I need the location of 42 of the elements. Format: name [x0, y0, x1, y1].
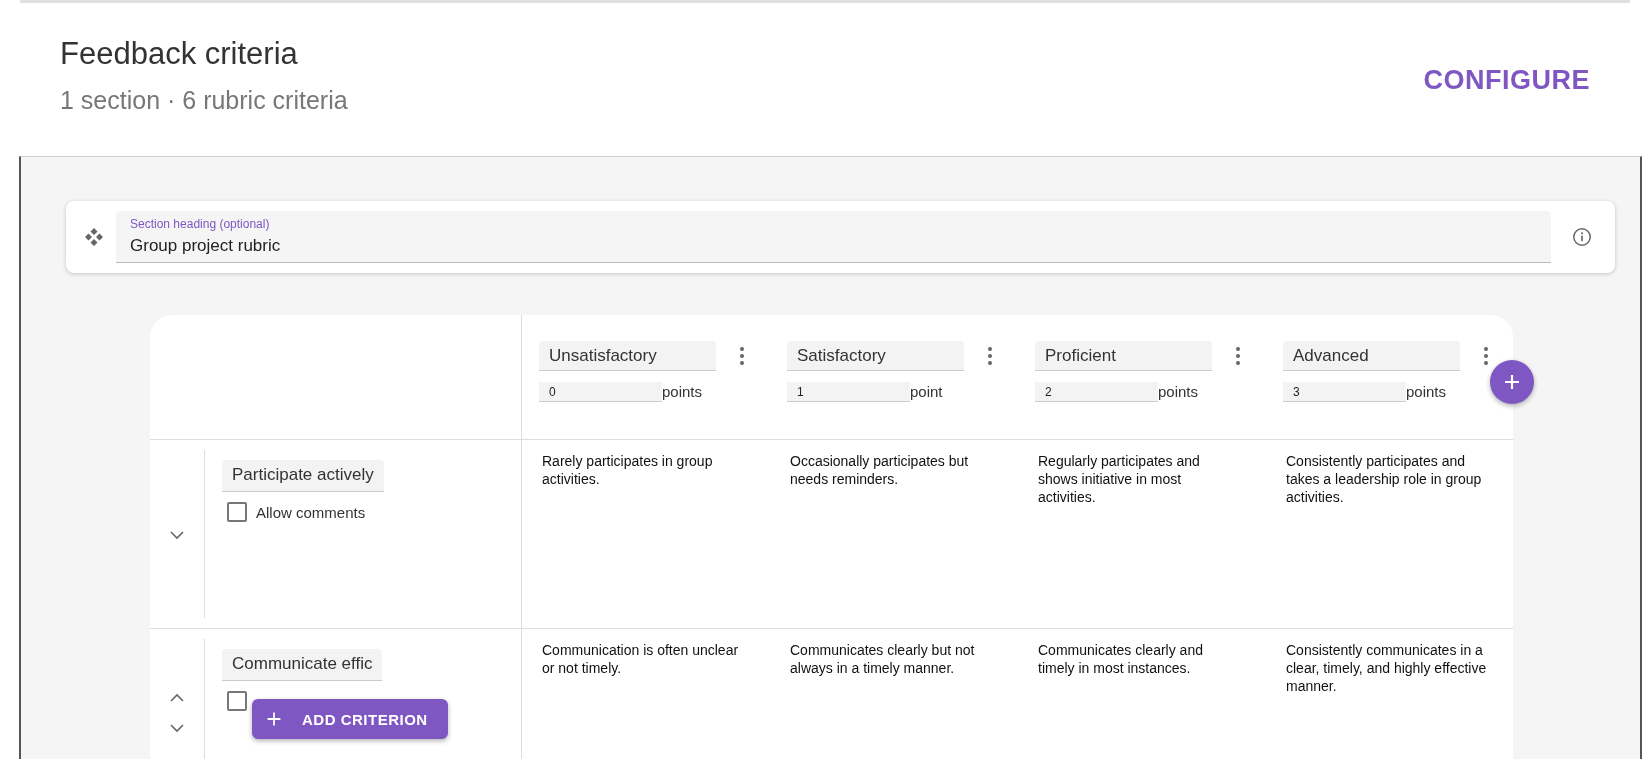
configure-button[interactable]: CONFIGURE [1415, 61, 1598, 100]
checkbox[interactable] [227, 502, 247, 522]
description-text[interactable]: Consistently participates and takes a leadership role in group activities. [1266, 440, 1514, 628]
description-text[interactable]: Consistently communicates in a clear, timely, and highly effective manner. [1266, 629, 1514, 759]
section-heading-field[interactable]: Section heading (optional) Group project rubric [116, 211, 1551, 263]
chevron-down-icon[interactable] [170, 724, 184, 733]
points-label: point [910, 383, 943, 402]
add-level-button[interactable] [1490, 360, 1534, 404]
points-field[interactable]: 0 [539, 382, 662, 402]
points-field[interactable]: 1 [787, 382, 910, 402]
more-icon[interactable] [739, 346, 745, 366]
drag-handle-icon[interactable] [84, 227, 104, 247]
plus-icon [1502, 372, 1522, 392]
description-text[interactable]: Communicates clearly and timely in most instances. [1018, 629, 1266, 759]
level-name-field[interactable]: Proficient [1035, 341, 1212, 371]
chevron-down-icon[interactable] [170, 531, 184, 540]
points-label: points [1158, 383, 1199, 402]
more-icon[interactable] [1483, 346, 1489, 366]
points-label: points [1406, 383, 1447, 402]
allow-comments-label: Allow comments [256, 503, 366, 521]
level-name-field[interactable]: Advanced [1283, 341, 1460, 371]
points-field[interactable]: 2 [1035, 382, 1158, 402]
level-name-field[interactable]: Satisfactory [787, 341, 964, 371]
info-icon[interactable] [1571, 226, 1593, 248]
level-name-field[interactable]: Unsatisfactory [539, 341, 716, 371]
more-icon[interactable] [987, 346, 993, 366]
more-icon[interactable] [1235, 346, 1241, 366]
criterion-name-field[interactable]: Communicate effic [222, 649, 383, 681]
criterion-name-field[interactable]: Participate actively [222, 460, 384, 492]
chevron-up-icon[interactable] [170, 693, 184, 702]
description-text[interactable]: Regularly participates and shows initiative in most activities. [1018, 440, 1266, 628]
page-subtitle: 1 section · 6 rubric criteria [60, 86, 348, 115]
page-title: Feedback criteria [60, 36, 299, 72]
checkbox[interactable] [227, 691, 247, 711]
description-text[interactable]: Communication is often unclear or not timely. [522, 629, 770, 759]
points-field[interactable]: 3 [1283, 382, 1406, 402]
plus-icon [266, 711, 282, 727]
add-criterion-button[interactable]: ADD CRITERION [252, 699, 448, 739]
description-text[interactable]: Rarely participates in group activities. [522, 440, 770, 628]
points-label: points [662, 383, 703, 402]
description-text[interactable]: Occasionally participates but needs reminders. [770, 440, 1018, 628]
description-text[interactable]: Communicates clearly but not always in a timely manner. [770, 629, 1018, 759]
